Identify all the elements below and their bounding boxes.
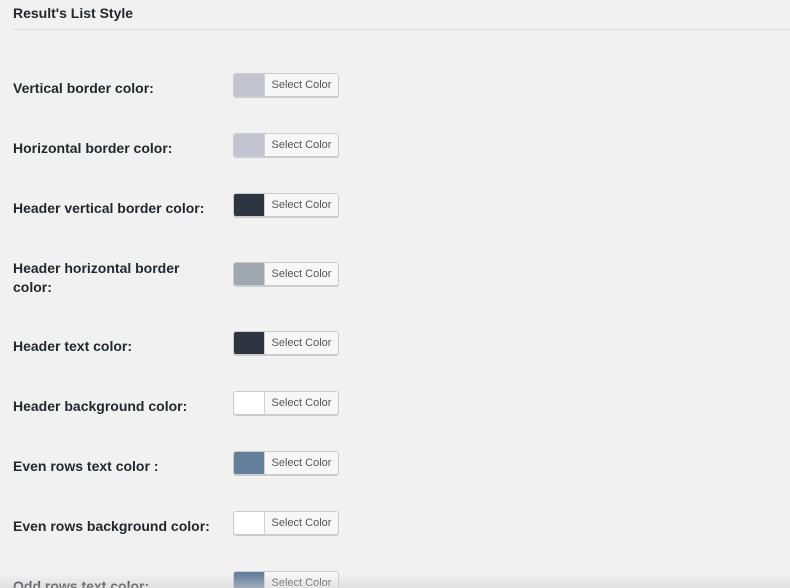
color-swatch[interactable] bbox=[234, 194, 265, 216]
select-color-label: Select Color bbox=[265, 74, 338, 96]
select-color-label: Select Color bbox=[265, 452, 338, 474]
setting-label: Header horizontal border color: bbox=[13, 260, 180, 295]
select-color-button[interactable]: Select Color bbox=[233, 133, 339, 157]
color-swatch[interactable] bbox=[234, 134, 265, 156]
select-color-button[interactable]: Select Color bbox=[233, 193, 339, 217]
setting-label: Header vertical border color: bbox=[13, 200, 205, 216]
color-swatch[interactable] bbox=[234, 572, 265, 588]
select-color-button[interactable]: Select Color bbox=[233, 391, 339, 415]
section-title: Result's List Style bbox=[13, 5, 134, 21]
color-swatch[interactable] bbox=[234, 512, 265, 534]
setting-label: Odd rows text color: bbox=[13, 578, 150, 588]
setting-label: Vertical border color: bbox=[13, 80, 154, 96]
select-color-label: Select Color bbox=[265, 392, 338, 414]
setting-label: Even rows text color : bbox=[13, 458, 159, 474]
setting-label: Horizontal border color: bbox=[13, 140, 173, 156]
select-color-label: Select Color bbox=[265, 572, 338, 588]
select-color-button[interactable]: Select Color bbox=[233, 451, 339, 475]
select-color-button[interactable]: Select Color bbox=[233, 73, 339, 97]
color-swatch[interactable] bbox=[234, 452, 265, 474]
select-color-label: Select Color bbox=[265, 512, 338, 534]
select-color-label: Select Color bbox=[265, 134, 338, 156]
color-swatch[interactable] bbox=[234, 263, 265, 285]
select-color-button[interactable]: Select Color bbox=[233, 511, 339, 535]
color-swatch[interactable] bbox=[234, 74, 265, 96]
section-divider bbox=[12, 29, 790, 30]
select-color-button[interactable]: Select Color bbox=[233, 262, 339, 286]
setting-label: Even rows background color: bbox=[13, 518, 210, 534]
select-color-button[interactable]: Select Color bbox=[233, 331, 339, 355]
settings-page: Result's List Style Vertical border colo… bbox=[0, 0, 790, 588]
setting-label: Header text color: bbox=[13, 338, 133, 354]
select-color-label: Select Color bbox=[265, 332, 338, 354]
select-color-button[interactable]: Select Color bbox=[233, 571, 339, 588]
select-color-label: Select Color bbox=[265, 263, 338, 285]
setting-label: Header background color: bbox=[13, 398, 188, 414]
color-swatch[interactable] bbox=[234, 392, 265, 414]
select-color-label: Select Color bbox=[265, 194, 338, 216]
color-swatch[interactable] bbox=[234, 332, 265, 354]
